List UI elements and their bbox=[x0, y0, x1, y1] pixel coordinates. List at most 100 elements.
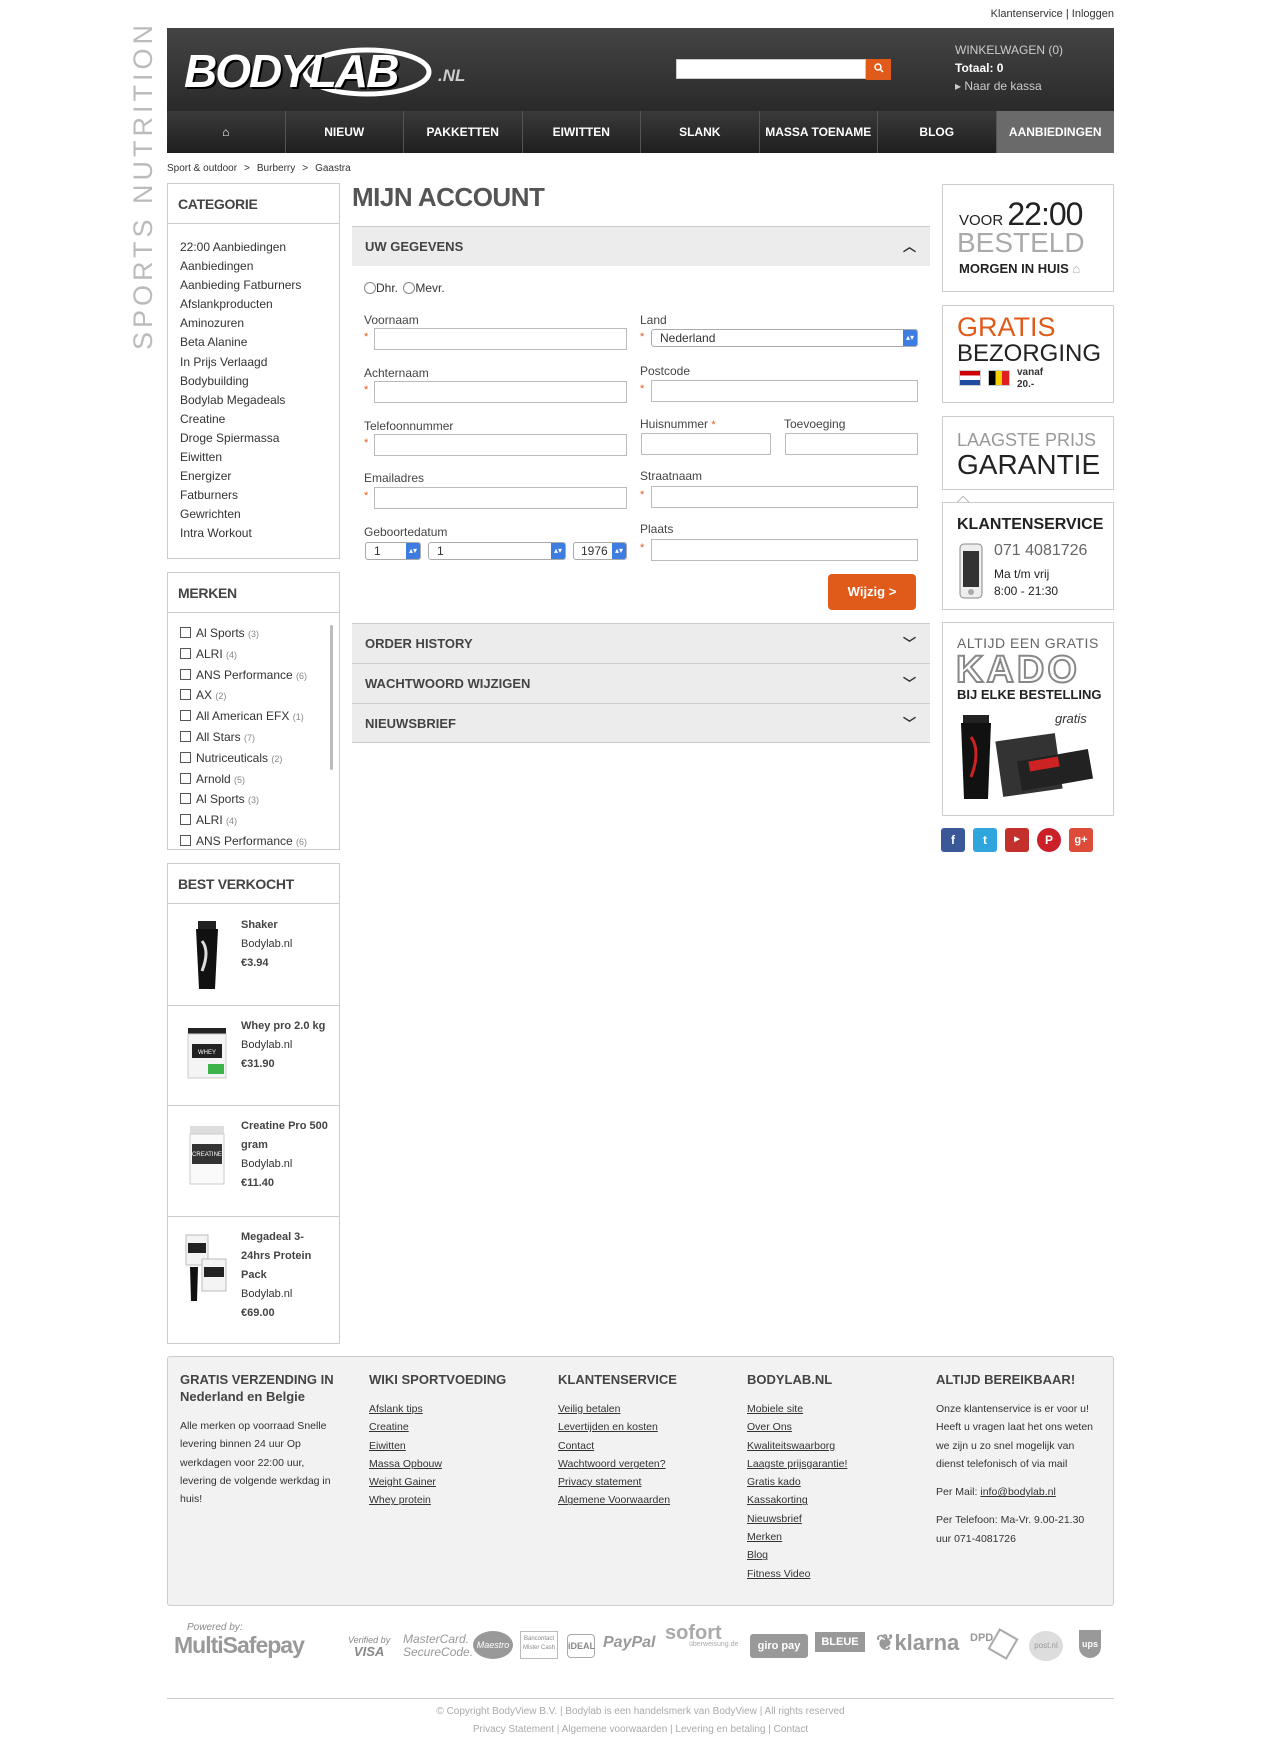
brand-filter[interactable]: Al Sports (3) bbox=[180, 624, 339, 645]
bodylab-logo[interactable]: BODYLAB .NL bbox=[184, 44, 465, 98]
nav-eiwitten[interactable]: EIWITTEN bbox=[523, 111, 641, 153]
category-item[interactable]: Aminozuren bbox=[180, 314, 339, 333]
promo-22-box[interactable]: VOOR 22:00 BESTELD MORGEN IN HUIS ⌂ bbox=[942, 184, 1114, 292]
brand-filter[interactable]: Arnold (5) bbox=[180, 770, 339, 791]
checkbox[interactable] bbox=[180, 834, 191, 846]
category-item[interactable]: 22:00 Aanbiedingen bbox=[180, 238, 339, 257]
nav-nieuw[interactable]: NIEUW bbox=[286, 111, 404, 153]
checkbox[interactable] bbox=[180, 668, 191, 680]
radio-dhr[interactable] bbox=[364, 282, 376, 294]
product-name[interactable]: Creatine Pro 500 gram bbox=[241, 1117, 333, 1155]
promo-garantie-box[interactable]: LAAGSTE PRIJS GARANTIE ◇ bbox=[942, 416, 1114, 510]
category-item[interactable]: Gewrichten bbox=[180, 505, 339, 524]
facebook-icon[interactable]: f bbox=[941, 828, 965, 852]
category-item[interactable]: Intra Workout bbox=[180, 524, 339, 543]
footer-link[interactable]: Algemene Voorwaarden bbox=[558, 1491, 728, 1509]
telefoon-field[interactable] bbox=[374, 434, 627, 456]
privacy-link[interactable]: Privacy Statement bbox=[473, 1724, 554, 1735]
nav-home[interactable]: ⌂ bbox=[167, 111, 286, 153]
product-item[interactable]: Shaker Bodylab.nl €3.94 bbox=[168, 905, 339, 1006]
footer-link[interactable]: Gratis kado bbox=[747, 1473, 907, 1491]
category-item[interactable]: Afslankproducten bbox=[180, 295, 339, 314]
klantenservice-link[interactable]: Klantenservice bbox=[991, 8, 1063, 20]
dob-year-select[interactable]: 1976 ▴▾ bbox=[573, 542, 627, 560]
land-select[interactable]: Nederland ▴▾ bbox=[651, 329, 918, 347]
category-item[interactable]: Creatine bbox=[180, 410, 339, 429]
category-item[interactable]: Aanbiedingen bbox=[180, 257, 339, 276]
nav-pakketten[interactable]: PAKKETTEN bbox=[404, 111, 523, 153]
footer-link[interactable]: Merken bbox=[747, 1528, 907, 1546]
checkbox[interactable] bbox=[180, 710, 191, 722]
category-item[interactable]: Bodylab Megadeals bbox=[180, 391, 339, 410]
checkbox[interactable] bbox=[180, 751, 191, 763]
category-item[interactable]: In Prijs Verlaagd bbox=[180, 353, 339, 372]
brand-filter[interactable]: ANS Performance (6) bbox=[180, 666, 339, 687]
panel-wachtwoord[interactable]: WACHTWOORD WIJZIGEN ﹀ bbox=[352, 663, 930, 703]
category-item[interactable]: Energizer bbox=[180, 467, 339, 486]
brand-filter[interactable]: Nutriceuticals (2) bbox=[180, 749, 339, 770]
footer-link[interactable]: Blog bbox=[747, 1546, 907, 1564]
brand-filter[interactable]: AX (2) bbox=[180, 686, 339, 707]
category-item[interactable]: Eiwitten bbox=[180, 448, 339, 467]
footer-link[interactable]: Creatine bbox=[369, 1418, 529, 1436]
footer-link[interactable]: Eiwitten bbox=[369, 1437, 529, 1455]
footer-link[interactable]: Privacy statement bbox=[558, 1473, 728, 1491]
pinterest-icon[interactable]: P bbox=[1037, 828, 1061, 852]
checkbox[interactable] bbox=[180, 647, 191, 659]
brand-filter[interactable]: ALRI (4) bbox=[180, 645, 339, 666]
category-item[interactable]: Bodybuilding bbox=[180, 372, 339, 391]
panel-uw-gegevens[interactable]: UW GEGEVENS ︿ bbox=[352, 226, 930, 266]
footer-link[interactable]: Whey protein bbox=[369, 1491, 529, 1509]
cart-title[interactable]: WINKELWAGEN (0) bbox=[955, 41, 1063, 59]
ks-phone[interactable]: 071 4081726 bbox=[994, 542, 1087, 560]
checkbox[interactable] bbox=[180, 730, 191, 742]
footer-link[interactable]: Levertijden en kosten bbox=[558, 1418, 728, 1436]
brand-filter[interactable]: ANS Performance (6) bbox=[180, 832, 339, 853]
nav-slank[interactable]: SLANK bbox=[641, 111, 760, 153]
panel-order-history[interactable]: ORDER HISTORY ﹀ bbox=[352, 623, 930, 663]
promo-bezorging-box[interactable]: GRATIS BEZORGING vanaf 20.- bbox=[942, 305, 1114, 403]
category-item[interactable]: Aanbieding Fatburners bbox=[180, 276, 339, 295]
postcode-field[interactable] bbox=[651, 380, 918, 402]
brand-filter[interactable]: ALRI (4) bbox=[180, 811, 339, 832]
footer-link[interactable]: Afslank tips bbox=[369, 1400, 529, 1418]
checkbox[interactable] bbox=[180, 689, 191, 701]
klantenservice-box[interactable]: KLANTENSERVICE 071 4081726 Ma t/m vrij 8:… bbox=[942, 502, 1114, 610]
login-link[interactable]: Inloggen bbox=[1072, 8, 1114, 20]
product-item[interactable]: CREATINE Creatine Pro 500 gram Bodylab.n… bbox=[168, 1106, 339, 1217]
dob-month-select[interactable]: 1 ▴▾ bbox=[428, 542, 566, 560]
category-item[interactable]: Beta Alanine bbox=[180, 333, 339, 352]
breadcrumb-item[interactable]: Gaastra bbox=[315, 163, 351, 174]
footer-link[interactable]: Over Ons bbox=[747, 1418, 907, 1436]
footer-link[interactable]: Kwaliteitswaarborg bbox=[747, 1437, 907, 1455]
footer-link[interactable]: Kassakorting bbox=[747, 1491, 907, 1509]
footer-link[interactable]: Contact bbox=[558, 1437, 728, 1455]
brand-filter[interactable]: All American EFX (1) bbox=[180, 707, 339, 728]
nav-aanbiedingen[interactable]: AANBIEDINGEN bbox=[996, 111, 1114, 153]
voornaam-field[interactable] bbox=[374, 328, 627, 350]
checkbox[interactable] bbox=[180, 772, 191, 784]
search-button[interactable] bbox=[866, 59, 891, 80]
search-input[interactable] bbox=[676, 59, 866, 79]
plaats-field[interactable] bbox=[651, 539, 918, 561]
brand-filter[interactable]: Al Sports (3) bbox=[180, 790, 339, 811]
levering-link[interactable]: Levering en betaling bbox=[675, 1724, 765, 1735]
panel-nieuwsbrief[interactable]: NIEUWSBRIEF ﹀ bbox=[352, 703, 930, 743]
radio-mevr[interactable] bbox=[403, 282, 416, 294]
twitter-icon[interactable]: t bbox=[973, 828, 997, 852]
checkbox[interactable] bbox=[180, 793, 191, 805]
mail-link[interactable]: info@bodylab.nl bbox=[980, 1486, 1055, 1498]
google-plus-icon[interactable]: g+ bbox=[1069, 828, 1093, 852]
contact-link[interactable]: Contact bbox=[774, 1724, 808, 1735]
footer-link[interactable]: Fitness Video bbox=[747, 1565, 907, 1583]
breadcrumb-item[interactable]: Sport & outdoor bbox=[167, 163, 237, 174]
brands-scrollbar[interactable] bbox=[330, 625, 333, 770]
category-item[interactable]: Fatburners bbox=[180, 486, 339, 505]
footer-link[interactable]: Mobiele site bbox=[747, 1400, 907, 1418]
youtube-icon[interactable]: ▶ bbox=[1005, 828, 1029, 852]
kado-box[interactable]: ALTIJD EEN GRATIS KADO BIJ ELKE BESTELLI… bbox=[942, 622, 1114, 816]
product-item[interactable]: Megadeal 3-24hrs Protein Pack Bodylab.nl… bbox=[168, 1217, 339, 1343]
nav-massa-toename[interactable]: MASSA TOENAME bbox=[760, 111, 878, 153]
email-field[interactable] bbox=[374, 487, 627, 509]
checkout-link[interactable]: ▸ Naar de kassa bbox=[955, 77, 1063, 95]
